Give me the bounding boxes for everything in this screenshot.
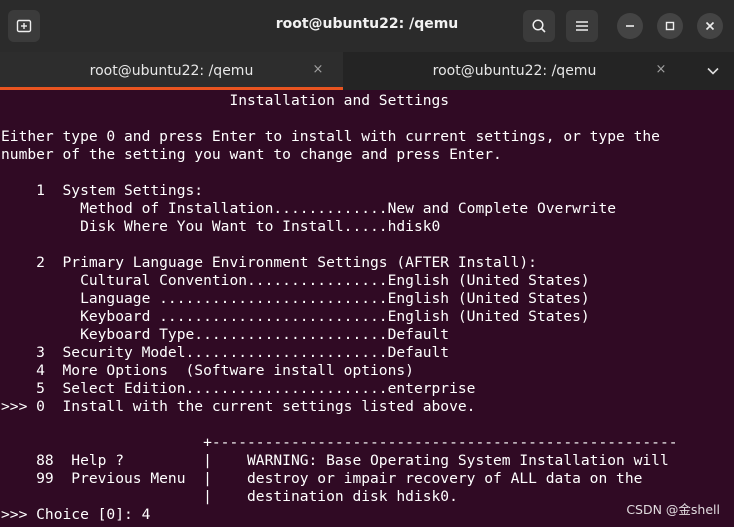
- terminal-line: 4 More Options (Software install options…: [1, 362, 414, 379]
- maximize-button[interactable]: [657, 13, 683, 39]
- watermark: CSDN @金shell: [626, 502, 720, 517]
- terminal-line: 3 Security Model.......................D…: [1, 344, 450, 361]
- terminal-window: root@ubuntu22: /qemu root@ubuntu22: /qem…: [0, 0, 734, 527]
- terminal-line: | destination disk hdisk0.: [1, 488, 458, 505]
- chevron-down-icon[interactable]: [706, 64, 720, 78]
- title-bar: root@ubuntu22: /qemu: [0, 0, 734, 52]
- terminal-line: Either type 0 and press Enter to install…: [1, 128, 660, 145]
- tab-1[interactable]: root@ubuntu22: /qemu ×: [0, 52, 343, 90]
- terminal-line: +---------------------------------------…: [1, 434, 678, 451]
- terminal-line: 5 Select Edition.......................e…: [1, 380, 476, 397]
- terminal-line: >>> 0 Install with the current settings …: [1, 398, 476, 415]
- close-button[interactable]: [697, 13, 723, 39]
- tab-2-label: root@ubuntu22: /qemu: [432, 63, 597, 79]
- terminal-line: Installation and Settings: [1, 92, 450, 109]
- terminal-line: 1 System Settings:: [1, 182, 204, 199]
- terminal-line: number of the setting you want to change…: [1, 146, 502, 163]
- terminal-line: Cultural Convention................Engli…: [1, 272, 590, 289]
- terminal-output[interactable]: Installation and Settings Either type 0 …: [0, 90, 734, 527]
- terminal-line: Keyboard Type......................Defau…: [1, 326, 450, 343]
- terminal-line: Language ..........................Engli…: [1, 290, 590, 307]
- tab-1-close-icon[interactable]: ×: [311, 63, 325, 77]
- minimize-button[interactable]: [617, 13, 643, 39]
- terminal-line: Disk Where You Want to Install.....hdisk…: [1, 218, 441, 235]
- tab-bar: root@ubuntu22: /qemu × root@ubuntu22: /q…: [0, 52, 734, 90]
- tab-2-close-icon[interactable]: ×: [654, 63, 668, 77]
- search-icon: [532, 19, 546, 33]
- tab-2[interactable]: root@ubuntu22: /qemu ×: [343, 52, 686, 90]
- menu-button[interactable]: [566, 10, 598, 42]
- terminal-line: 2 Primary Language Environment Settings …: [1, 254, 537, 271]
- terminal-line: Keyboard ..........................Engli…: [1, 308, 590, 325]
- maximize-icon: [665, 21, 675, 31]
- search-button[interactable]: [523, 10, 555, 42]
- terminal-line: Method of Installation.............New a…: [1, 200, 617, 217]
- minimize-icon: [626, 25, 634, 27]
- close-icon: [705, 21, 715, 31]
- tab-1-label: root@ubuntu22: /qemu: [89, 63, 254, 79]
- terminal-prompt-line: >>> Choice [0]: 4: [1, 506, 151, 523]
- hamburger-menu-icon: [576, 21, 588, 31]
- terminal-line: 99 Previous Menu | destroy or impair rec…: [1, 470, 643, 487]
- terminal-line: 88 Help ? | WARNING: Base Operating Syst…: [1, 452, 669, 469]
